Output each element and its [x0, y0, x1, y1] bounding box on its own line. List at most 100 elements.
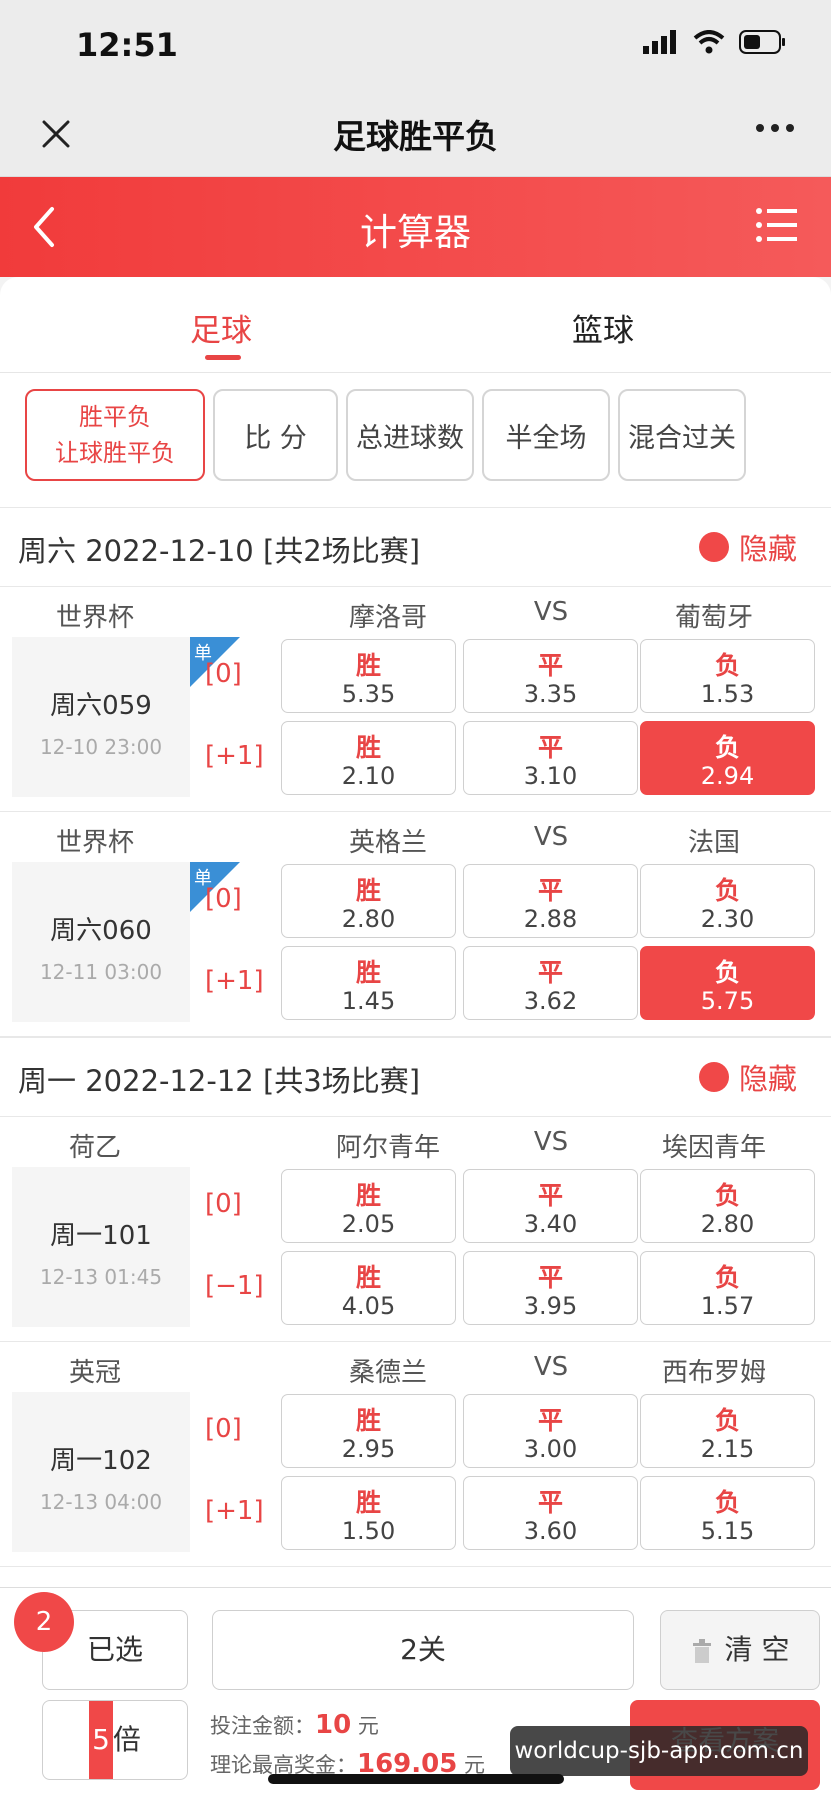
odds-value: 5.35 [341, 680, 396, 708]
odds-label: 平 [537, 1263, 563, 1292]
odds-value: 1.53 [700, 680, 755, 708]
multiplier-input[interactable]: 5倍 [42, 1700, 188, 1780]
clear-button[interactable]: 清 空 [660, 1610, 820, 1690]
odds-value: 1.50 [341, 1517, 396, 1545]
odds-label: 负 [714, 958, 740, 987]
odds-option-lose[interactable]: 负 1.53 [640, 639, 815, 713]
odds-label: 负 [714, 876, 740, 905]
odds-label: 平 [537, 733, 563, 762]
match-row: 荷乙 阿尔青年 VS 埃因青年 周一101 12-13 01:45 [0] 胜 2.0… [0, 1117, 831, 1342]
odds-option-lose[interactable]: 负 5.15 [640, 1476, 815, 1550]
away-team: 法国 [687, 828, 740, 858]
odds-label: 胜 [355, 1488, 381, 1517]
odds-option-draw[interactable]: 平 3.60 [463, 1476, 638, 1550]
odds-option-draw[interactable]: 平 3.35 [463, 639, 638, 713]
odds-option-lose[interactable]: 负 2.30 [640, 864, 815, 938]
odds-value: 2.10 [341, 762, 396, 790]
tab-mixed-parlay[interactable]: 混合过关 [618, 389, 746, 481]
odds-value: 5.75 [700, 987, 755, 1015]
odds-label: 胜 [355, 651, 381, 680]
bet-info: 投注金额：10 元 理论最高奖金：169.05 元 [210, 1706, 485, 1784]
more-icon[interactable] [755, 122, 795, 134]
vs-label: VS [533, 597, 569, 627]
odds-label: 平 [537, 1181, 563, 1210]
hide-toggle[interactable]: 隐藏 [698, 1056, 797, 1098]
home-indicator [268, 1774, 564, 1784]
odds-label: 负 [714, 1406, 740, 1435]
odds-option-win[interactable]: 胜 4.05 [281, 1251, 456, 1325]
odds-option-lose[interactable]: 负 2.15 [640, 1394, 815, 1468]
odds-value: 3.10 [523, 762, 578, 790]
bet-amount: 10 [315, 1710, 352, 1740]
odds-value: 3.35 [523, 680, 578, 708]
tab-label-line2: 让球胜平负 [55, 439, 175, 467]
odds-option-draw[interactable]: 平 3.95 [463, 1251, 638, 1325]
pass-type-label: 2关 [400, 1633, 446, 1666]
tab-score[interactable]: 比 分 [213, 389, 338, 481]
odds-option-win[interactable]: 胜 1.45 [281, 946, 456, 1020]
match-info: 周六059 12-10 23:00 [12, 637, 190, 797]
odds-option-draw[interactable]: 平 3.40 [463, 1169, 638, 1243]
odds-value: 1.57 [700, 1292, 755, 1320]
hide-toggle[interactable]: 隐藏 [698, 526, 797, 568]
tab-win-draw-lose[interactable]: 胜平负 让球胜平负 [25, 389, 205, 481]
date-section-title: 周一 2022-12-12 [共3场比赛] [18, 1064, 421, 1098]
odds-option-win[interactable]: 胜 2.95 [281, 1394, 456, 1468]
odds-option-draw[interactable]: 平 3.10 [463, 721, 638, 795]
odds-value: 3.62 [523, 987, 578, 1015]
tab-basketball[interactable]: 篮球 [572, 305, 634, 350]
odds-label: 胜 [355, 1181, 381, 1210]
menu-icon[interactable] [755, 207, 797, 243]
tab-half-full[interactable]: 半全场 [482, 389, 610, 481]
status-bar: 12:51 [0, 0, 831, 92]
odds-label: 负 [714, 651, 740, 680]
selected-label: 已选 [86, 1633, 143, 1666]
odds-option-lose[interactable]: 负 5.75 [640, 946, 815, 1020]
odds-label: 负 [714, 733, 740, 762]
odds-value: 5.15 [700, 1517, 755, 1545]
match-code: 周一101 [50, 1221, 152, 1251]
hide-label: 隐藏 [738, 1062, 797, 1096]
odds-option-win[interactable]: 胜 2.05 [281, 1169, 456, 1243]
date-section-header: 周一 2022-12-12 [共3场比赛] 隐藏 [0, 1037, 831, 1117]
odds-option-draw[interactable]: 平 2.88 [463, 864, 638, 938]
league-name: 世界杯 [55, 828, 134, 858]
battery-icon [739, 30, 785, 54]
match-row: 英冠 桑德兰 VS 西布罗姆 周一102 12-13 04:00 [0] 胜 2.95… [0, 1342, 831, 1567]
odds-label: 平 [537, 876, 563, 905]
handicap-label: [−1] [205, 1271, 264, 1301]
tab-football[interactable]: 足球 [190, 305, 252, 350]
odds-label: 负 [714, 1488, 740, 1517]
odds-value: 2.95 [341, 1435, 396, 1463]
odds-label: 平 [537, 651, 563, 680]
match-time: 12-11 03:00 [39, 960, 163, 984]
match-row: 世界杯 摩洛哥 VS 葡萄牙 周六059 12-10 23:00 单 [0] 胜 5.… [0, 587, 831, 812]
odds-value: 4.05 [341, 1292, 396, 1320]
red-dot-icon [698, 532, 729, 562]
odds-label: 负 [714, 1263, 740, 1292]
home-team: 英格兰 [348, 828, 427, 858]
bet-amount-unit: 元 [357, 1714, 379, 1738]
tab-active-indicator [205, 355, 241, 360]
main-card: 足球 篮球 胜平负 让球胜平负 比 分 总进球数 半全场 混合过关 周六 202… [0, 277, 831, 1587]
odds-option-lose[interactable]: 负 2.80 [640, 1169, 815, 1243]
odds-option-draw[interactable]: 平 3.62 [463, 946, 638, 1020]
odds-option-win[interactable]: 胜 5.35 [281, 639, 456, 713]
hide-label: 隐藏 [738, 532, 797, 566]
odds-label: 胜 [355, 1263, 381, 1292]
odds-option-win[interactable]: 胜 2.80 [281, 864, 456, 938]
calculator-header: 计算器 [0, 177, 831, 277]
odds-label: 平 [537, 958, 563, 987]
odds-option-win[interactable]: 胜 2.10 [281, 721, 456, 795]
tab-total-goals[interactable]: 总进球数 [346, 389, 474, 481]
odds-option-draw[interactable]: 平 3.00 [463, 1394, 638, 1468]
odds-value: 2.80 [341, 905, 396, 933]
odds-option-lose[interactable]: 负 2.94 [640, 721, 815, 795]
pass-type-selector[interactable]: 2关 [212, 1610, 634, 1690]
odds-label: 胜 [355, 876, 381, 905]
odds-option-lose[interactable]: 负 1.57 [640, 1251, 815, 1325]
odds-option-win[interactable]: 胜 1.50 [281, 1476, 456, 1550]
trash-icon [692, 1639, 711, 1663]
odds-label: 胜 [355, 733, 381, 762]
match-info: 周六060 12-11 03:00 [12, 862, 190, 1022]
